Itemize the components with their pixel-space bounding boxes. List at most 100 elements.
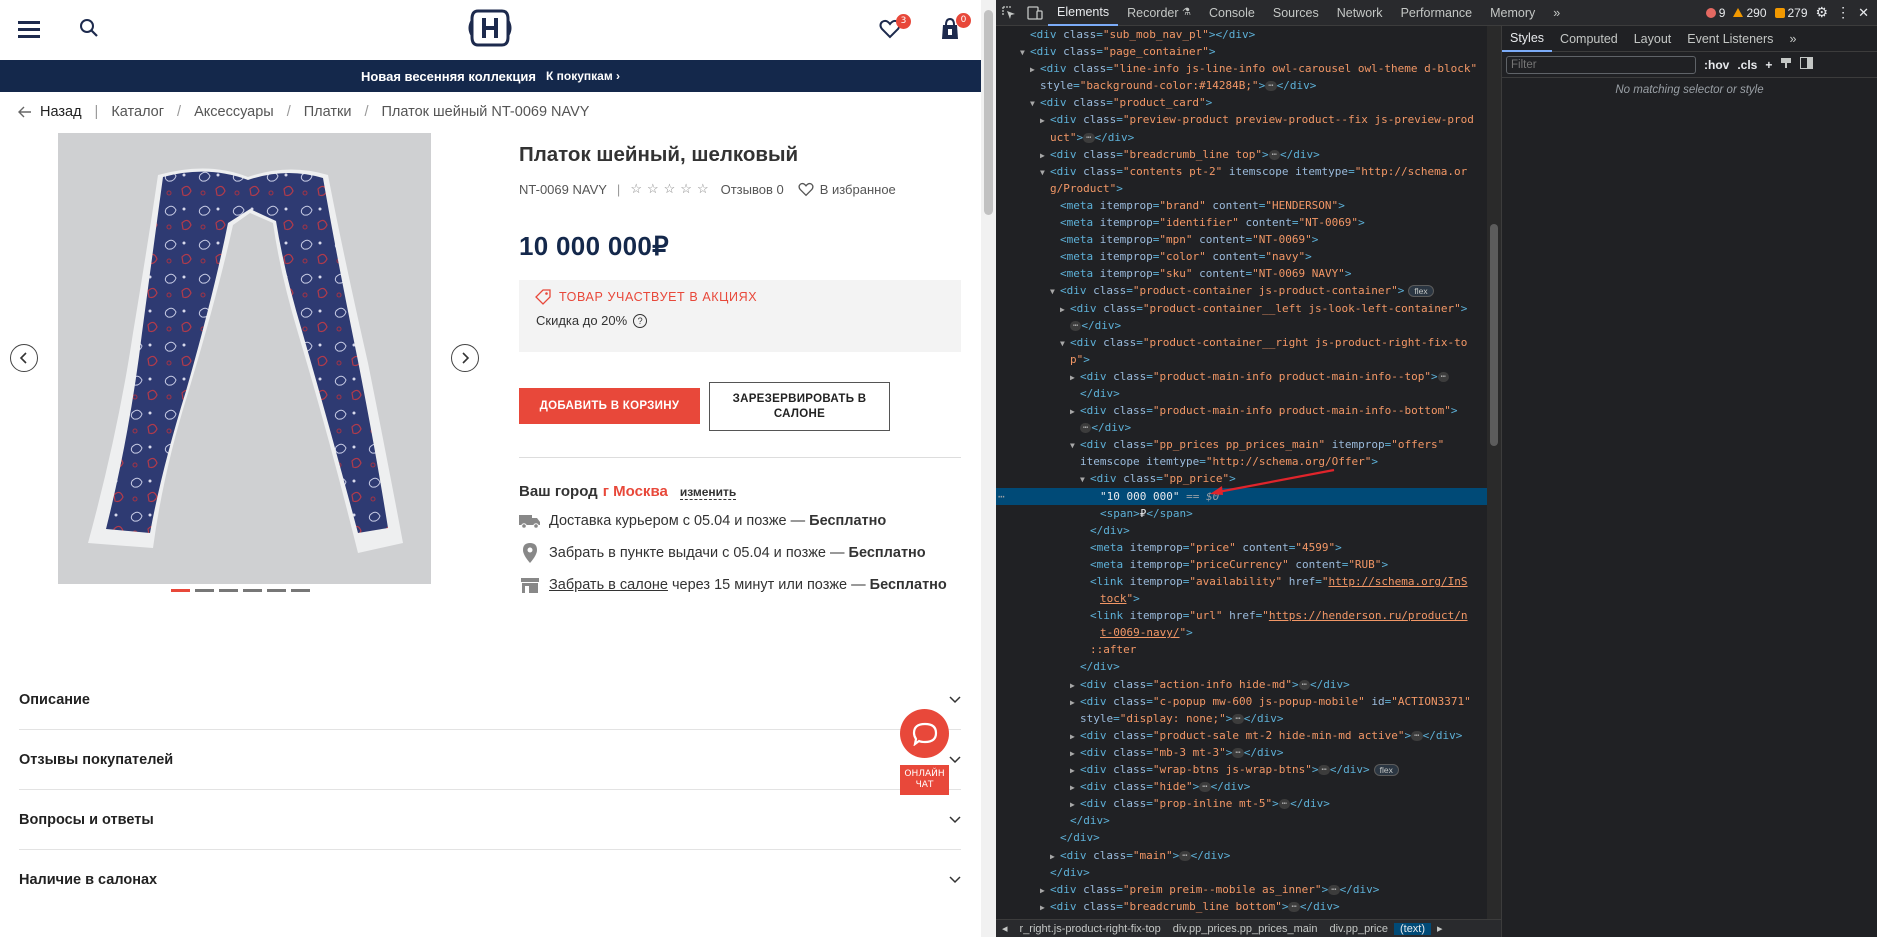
menu-icon[interactable]: [18, 18, 40, 40]
more-tabs-icon[interactable]: »: [1781, 26, 1804, 52]
gallery-dot[interactable]: [219, 589, 238, 592]
inspect-element-icon[interactable]: [996, 0, 1022, 26]
reviews-count[interactable]: Отзывов 0: [721, 182, 784, 197]
dom-breadcrumbs: ◂ r_right.js-product-right-fix-top div.p…: [996, 919, 1501, 937]
styles-filter-input[interactable]: [1506, 55, 1696, 74]
tab-console[interactable]: Console: [1200, 0, 1264, 26]
tab-recorder[interactable]: Recorder ⚗: [1118, 0, 1200, 26]
tab-computed[interactable]: Computed: [1552, 26, 1626, 52]
search-icon[interactable]: [78, 17, 100, 39]
chevron-left-icon[interactable]: ◂: [996, 922, 1014, 935]
more-tabs-icon[interactable]: »: [1544, 0, 1569, 26]
wishlist-heart-icon[interactable]: 3: [878, 14, 911, 41]
dom-crumb[interactable]: div.pp_prices.pp_prices_main: [1167, 923, 1324, 935]
dom-line: ▶ <div class="breadcrumb_line bottom"> ⋯ </…: [1040, 899, 1340, 913]
help-icon[interactable]: ?: [633, 313, 648, 328]
dom-crumb-active[interactable]: (text): [1393, 922, 1432, 935]
dom-line: style="background-color:#14284B;"> ⋯ </div…: [1040, 79, 1317, 93]
accordion-description[interactable]: Описание: [19, 670, 961, 730]
styles-pane: Styles Computed Layout Event Listeners »…: [1501, 26, 1877, 937]
dom-crumb[interactable]: div.pp_price: [1323, 923, 1394, 935]
dom-line: ▼ <div class="product-container__right js…: [1060, 335, 1468, 349]
breadcrumb-item[interactable]: Каталог: [111, 104, 164, 120]
product-title: Платок шейный, шелковый: [519, 143, 799, 166]
breadcrumb-item[interactable]: Аксессуары: [194, 104, 274, 120]
dom-line: ▶ <div class="product-main-info product-m…: [1070, 404, 1458, 418]
toggle-sidebar-icon[interactable]: [1800, 57, 1814, 72]
hover-state-toggle[interactable]: :hov: [1704, 58, 1729, 72]
promo-shop-link[interactable]: К покупкам ›: [546, 69, 620, 83]
product-image[interactable]: [58, 133, 431, 584]
rating-stars[interactable]: ☆ ☆ ☆ ☆ ☆: [630, 181, 708, 197]
error-icon: [1705, 7, 1716, 18]
gallery-dot[interactable]: [291, 589, 310, 592]
add-rule-icon[interactable]: +: [1765, 58, 1772, 72]
dom-line: </div>: [1090, 523, 1130, 537]
tab-elements[interactable]: Elements: [1048, 0, 1119, 26]
paint-brush-icon[interactable]: [1780, 57, 1792, 72]
class-toggle[interactable]: .cls: [1737, 58, 1757, 72]
dom-line: </div>: [1080, 660, 1120, 674]
tab-layout[interactable]: Layout: [1626, 26, 1680, 52]
dom-line: <meta itemprop="identifier" content="NT-…: [1060, 216, 1365, 230]
arrow-left-icon: [18, 106, 31, 118]
dom-line-selected: ⋯ "10 000 000" == $0: [996, 468, 1487, 505]
online-chat-label[interactable]: ОНЛАЙН ЧАТ: [900, 765, 949, 795]
promo-banner[interactable]: Новая весенняя коллекция К покупкам ›: [0, 60, 981, 92]
accordion-qa[interactable]: Вопросы и ответы: [19, 790, 961, 850]
add-to-cart-button[interactable]: ДОБАВИТЬ В КОРЗИНУ: [519, 388, 700, 424]
promotion-title: ТОВАР УЧАСТВУЕТ В АКЦИЯХ: [559, 290, 758, 304]
warnings-counter[interactable]: 290: [1733, 6, 1767, 20]
breadcrumb-item[interactable]: Платки: [304, 104, 352, 120]
accordion-reviews[interactable]: Отзывы покупателей: [19, 730, 961, 790]
dom-line: ▼ <div class="page_container">: [1020, 45, 1216, 59]
logo-icon[interactable]: [468, 7, 512, 49]
store-pickup-link[interactable]: Забрать в салоне: [549, 577, 668, 593]
tab-memory[interactable]: Memory: [1481, 0, 1544, 26]
tab-event-listeners[interactable]: Event Listeners: [1679, 26, 1781, 52]
cart-bag-icon[interactable]: 0: [938, 13, 971, 42]
chevron-right-icon[interactable]: ▸: [1431, 922, 1449, 935]
dom-line: ▼ <div class="product-container js-produc…: [996, 282, 1487, 299]
promotion-box: ТОВАР УЧАСТВУЕТ В АКЦИЯХ Скидка до 20% ?: [519, 280, 961, 352]
elements-scrollbar[interactable]: [1487, 26, 1501, 919]
reserve-in-store-button[interactable]: ЗАРЕЗЕРВИРОВАТЬ В САЛОНЕ: [709, 382, 890, 431]
back-link[interactable]: Назад: [18, 104, 82, 120]
gallery-dot[interactable]: [267, 589, 286, 592]
tab-network[interactable]: Network: [1328, 0, 1392, 26]
gallery-dot[interactable]: [171, 589, 190, 592]
tab-styles[interactable]: Styles: [1502, 26, 1553, 52]
dom-line: <meta itemprop="color" content="navy">: [1060, 250, 1312, 264]
gallery-prev-button[interactable]: [10, 344, 38, 372]
errors-counter[interactable]: 9: [1705, 6, 1725, 20]
promo-text: Новая весенняя коллекция: [360, 68, 536, 84]
accordion-availability[interactable]: Наличие в салонах: [19, 850, 961, 910]
tab-performance[interactable]: Performance: [1392, 0, 1482, 26]
promotion-discount: Скидка до 20%: [536, 313, 628, 328]
gallery-next-button[interactable]: [451, 344, 479, 372]
issues-counter[interactable]: 279: [1774, 6, 1808, 20]
device-toolbar-icon[interactable]: [1022, 0, 1048, 26]
product-info: Платок шейный, шелковый NT-0069 NAVY | ☆…: [519, 140, 961, 596]
change-city-link[interactable]: изменить: [679, 485, 737, 500]
star-icon: ☆: [646, 181, 659, 196]
tab-sources[interactable]: Sources: [1264, 0, 1328, 26]
tag-icon: [535, 289, 551, 305]
elements-dom-tree[interactable]: <div class="sub_mob_nav_pl"></div> ▼ <div…: [996, 26, 1487, 919]
settings-gear-icon[interactable]: ⚙: [1816, 4, 1829, 21]
dom-line: ▼ <div class="pp_prices pp_prices_main" i…: [1070, 438, 1445, 452]
page-scrollbar[interactable]: [981, 0, 996, 937]
dom-crumb[interactable]: r_right.js-product-right-fix-top: [1014, 923, 1167, 935]
cart-count-badge: 0: [956, 13, 971, 28]
gallery-pagination: [171, 589, 310, 592]
close-icon[interactable]: ✕: [1858, 5, 1869, 21]
online-chat-button[interactable]: [900, 709, 949, 758]
kebab-menu-icon[interactable]: ⋮: [1836, 4, 1850, 21]
dom-line: style="display: none;"> ⋯ </div>: [1080, 711, 1284, 725]
add-to-favorites-link[interactable]: В избранное: [798, 182, 896, 197]
product-price: 10 000 000₽: [519, 231, 669, 261]
gallery-dot[interactable]: [243, 589, 262, 592]
gallery-dot[interactable]: [195, 589, 214, 592]
dom-line: <link itemprop="availability" href="http…: [1090, 575, 1468, 588]
pin-icon: [519, 543, 541, 563]
